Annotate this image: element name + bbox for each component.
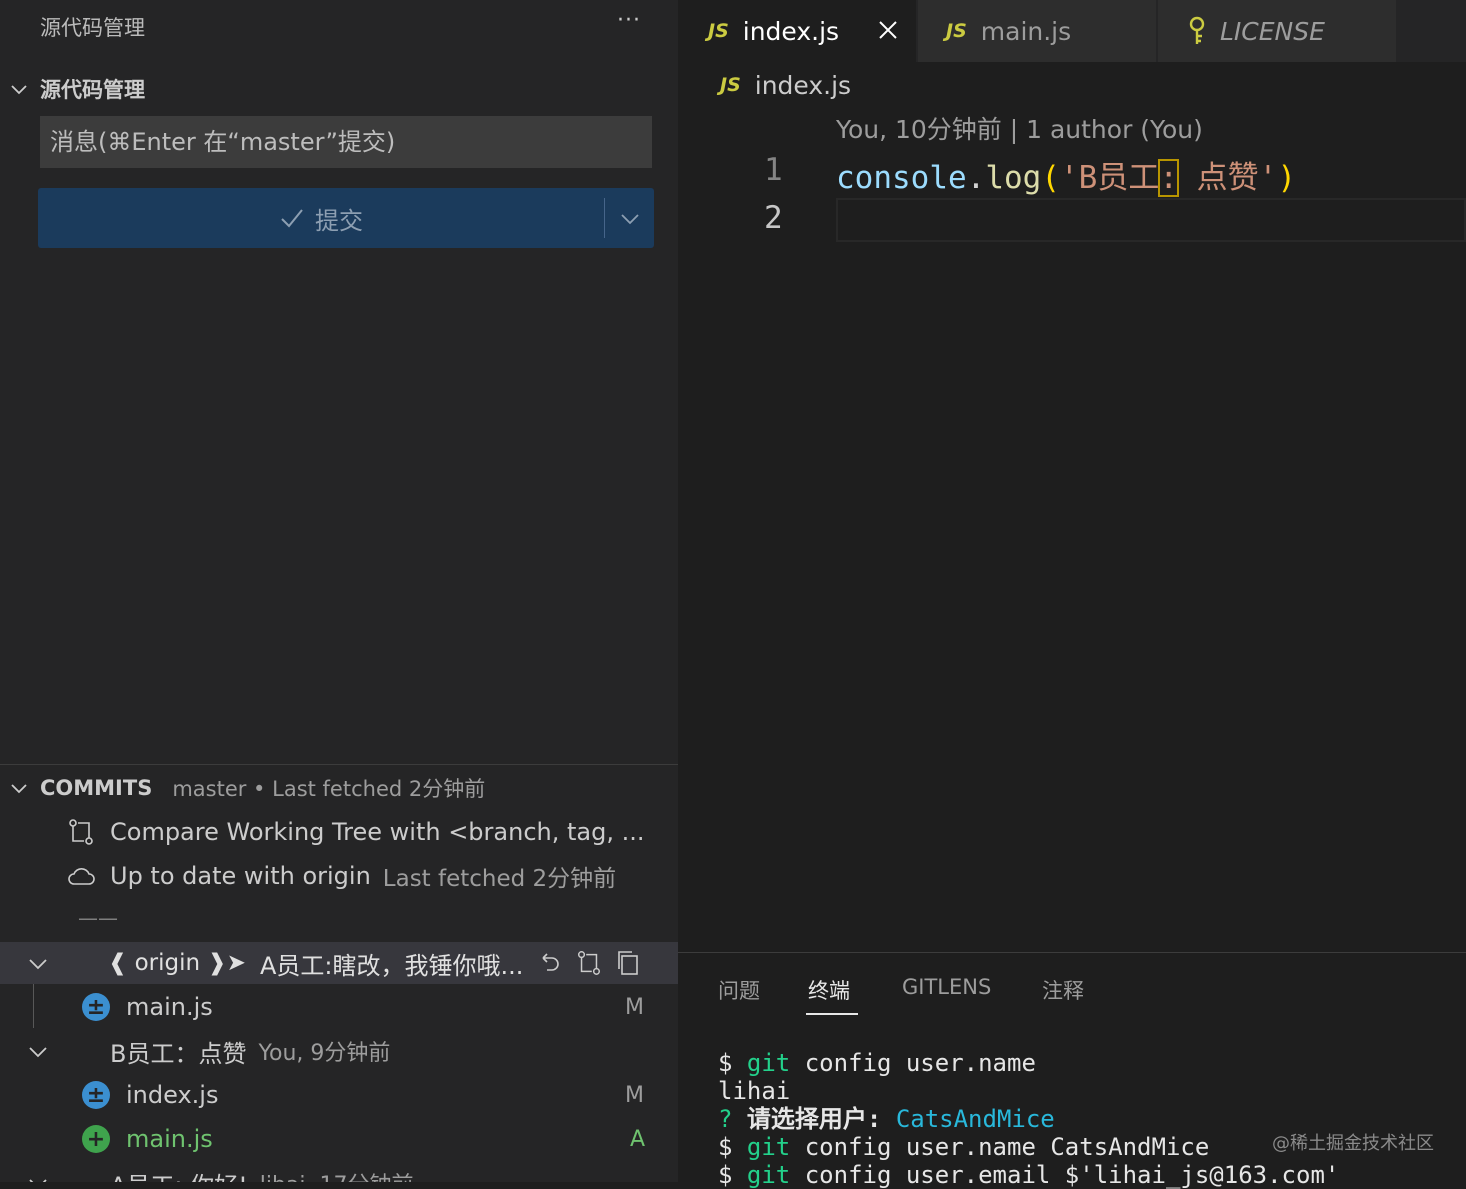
terminal-line[interactable]: lihai [718,1077,790,1105]
check-icon [281,209,303,228]
tab-comments[interactable]: 注释 [1042,975,1084,1005]
tab-terminal[interactable]: 终端 [808,975,850,1005]
file-row[interactable]: + main.js A [0,1118,678,1160]
sidebar-title: 源代码管理 [40,16,145,40]
commit-row[interactable]: A员工: 你好! lihai, 17分钟前 [0,1162,678,1182]
section-divider [0,764,678,765]
copy-icon[interactable] [615,949,641,977]
branch-tag: ❰ origin ❱➤ [108,950,246,976]
chevron-down-icon [11,784,27,794]
chevron-down-icon[interactable] [28,953,48,973]
commit-row[interactable]: B员工：点赞 You, 9分钟前 [0,1030,678,1072]
commits-meta: master • Last fetched 2分钟前 [172,777,486,801]
terminal-line[interactable]: $ git config user.name CatsAndMice [718,1133,1209,1161]
tab-label: index.js [742,16,840,46]
compare-working-tree-item[interactable]: Compare Working Tree with <branch, tag, … [0,812,678,852]
undo-icon[interactable] [537,950,563,976]
close-icon[interactable] [876,18,900,42]
commits-title: COMMITS [40,776,153,800]
commit-message: A员工: 你好! [110,1166,248,1183]
more-actions-icon[interactable]: ··· [617,8,641,33]
file-name: main.js [126,1125,213,1153]
scm-sidebar: 源代码管理 ··· 源代码管理 消息(⌘Enter 在“master”提交) 提… [0,0,678,1182]
watermark: @稀土掘金技术社区 [1272,1133,1434,1154]
file-name: main.js [126,993,213,1021]
key-icon [1189,16,1205,44]
commits-separator: —— [78,906,118,930]
chevron-down-icon [620,214,639,225]
commit-message-input[interactable]: 消息(⌘Enter 在“master”提交) [40,116,652,168]
line-number: 2 [764,200,783,236]
tab-label: main.js [980,16,1072,46]
commit-message: A员工:瞎改，我锤你哦... [259,951,524,980]
compare-icon[interactable] [575,949,603,977]
chevron-down-icon [11,85,27,95]
terminal-line[interactable]: $ git config user.name [718,1049,1036,1077]
file-name: index.js [126,1081,219,1109]
file-status: M [625,994,644,1020]
bottom-panel: 问题 终端 GITLENS 注释 $ git config user.name … [678,952,1466,1189]
tab-problems[interactable]: 问题 [718,975,760,1005]
breadcrumb[interactable]: JS index.js [720,66,851,104]
scm-section-header[interactable]: 源代码管理 [10,74,145,104]
modified-file-icon: ± [82,1081,110,1109]
commits-section-header[interactable]: COMMITS master • Last fetched 2分钟前 [0,772,678,804]
tab-label: LICENSE [1220,16,1325,46]
editor-tab-bar: JS index.js JS main.js LICENSE [678,0,1466,62]
added-file-icon: + [82,1125,110,1153]
commit-meta: You, 9分钟前 [258,1041,391,1066]
javascript-file-icon: JS [720,74,741,96]
line-number: 1 [764,152,783,188]
terminal-line[interactable]: $ git config user.email $'lihai_js@163.c… [718,1161,1339,1189]
compare-icon [69,819,93,845]
file-row[interactable]: ± index.js M [0,1074,678,1116]
commit-meta: lihai, 17分钟前 [260,1167,414,1182]
commit-row[interactable]: ❰ origin ❱➤ A员工:瞎改，我锤你哦... [0,942,678,984]
commit-dropdown-button[interactable] [605,188,654,248]
file-row[interactable]: ± main.js M [0,986,678,1028]
commit-message: B员工：点赞 [110,1039,247,1068]
commit-button[interactable]: 提交 [38,188,604,248]
chevron-down-icon[interactable] [28,1173,48,1182]
bracket-highlight: : [1158,159,1179,197]
tab-license[interactable]: LICENSE [1158,0,1396,62]
commit-button-label: 提交 [315,206,363,235]
up-to-date-label: Up to date with origin [110,862,371,890]
commit-button-group: 提交 [38,188,654,248]
javascript-file-icon: JS [946,20,967,42]
tab-index-js[interactable]: JS index.js [678,0,916,62]
up-to-date-meta: Last fetched 2分钟前 [382,866,617,892]
tab-gitlens[interactable]: GITLENS [902,975,991,999]
terminal-line[interactable]: ? 请选择用户: CatsAndMice [718,1105,1055,1133]
scm-section-title: 源代码管理 [40,78,145,102]
chevron-down-icon[interactable] [28,1041,48,1061]
gitlens-blame-annotation[interactable]: You, 10分钟前 | 1 author (You) [836,110,1203,146]
file-status: M [625,1082,644,1108]
code-line[interactable]: console.log('B员工: 点赞') [836,152,1296,197]
javascript-file-icon: JS [708,20,729,42]
breadcrumb-file: index.js [754,70,852,100]
current-line-highlight[interactable] [836,198,1466,242]
cloud-icon [68,868,95,885]
active-tab-indicator [806,1013,858,1015]
up-to-date-item[interactable]: Up to date with origin Last fetched 2分钟前 [0,856,678,896]
compare-label: Compare Working Tree with <branch, tag, … [110,818,645,846]
tab-main-js[interactable]: JS main.js [918,0,1156,62]
file-status: A [630,1126,646,1152]
modified-file-icon: ± [82,993,110,1021]
